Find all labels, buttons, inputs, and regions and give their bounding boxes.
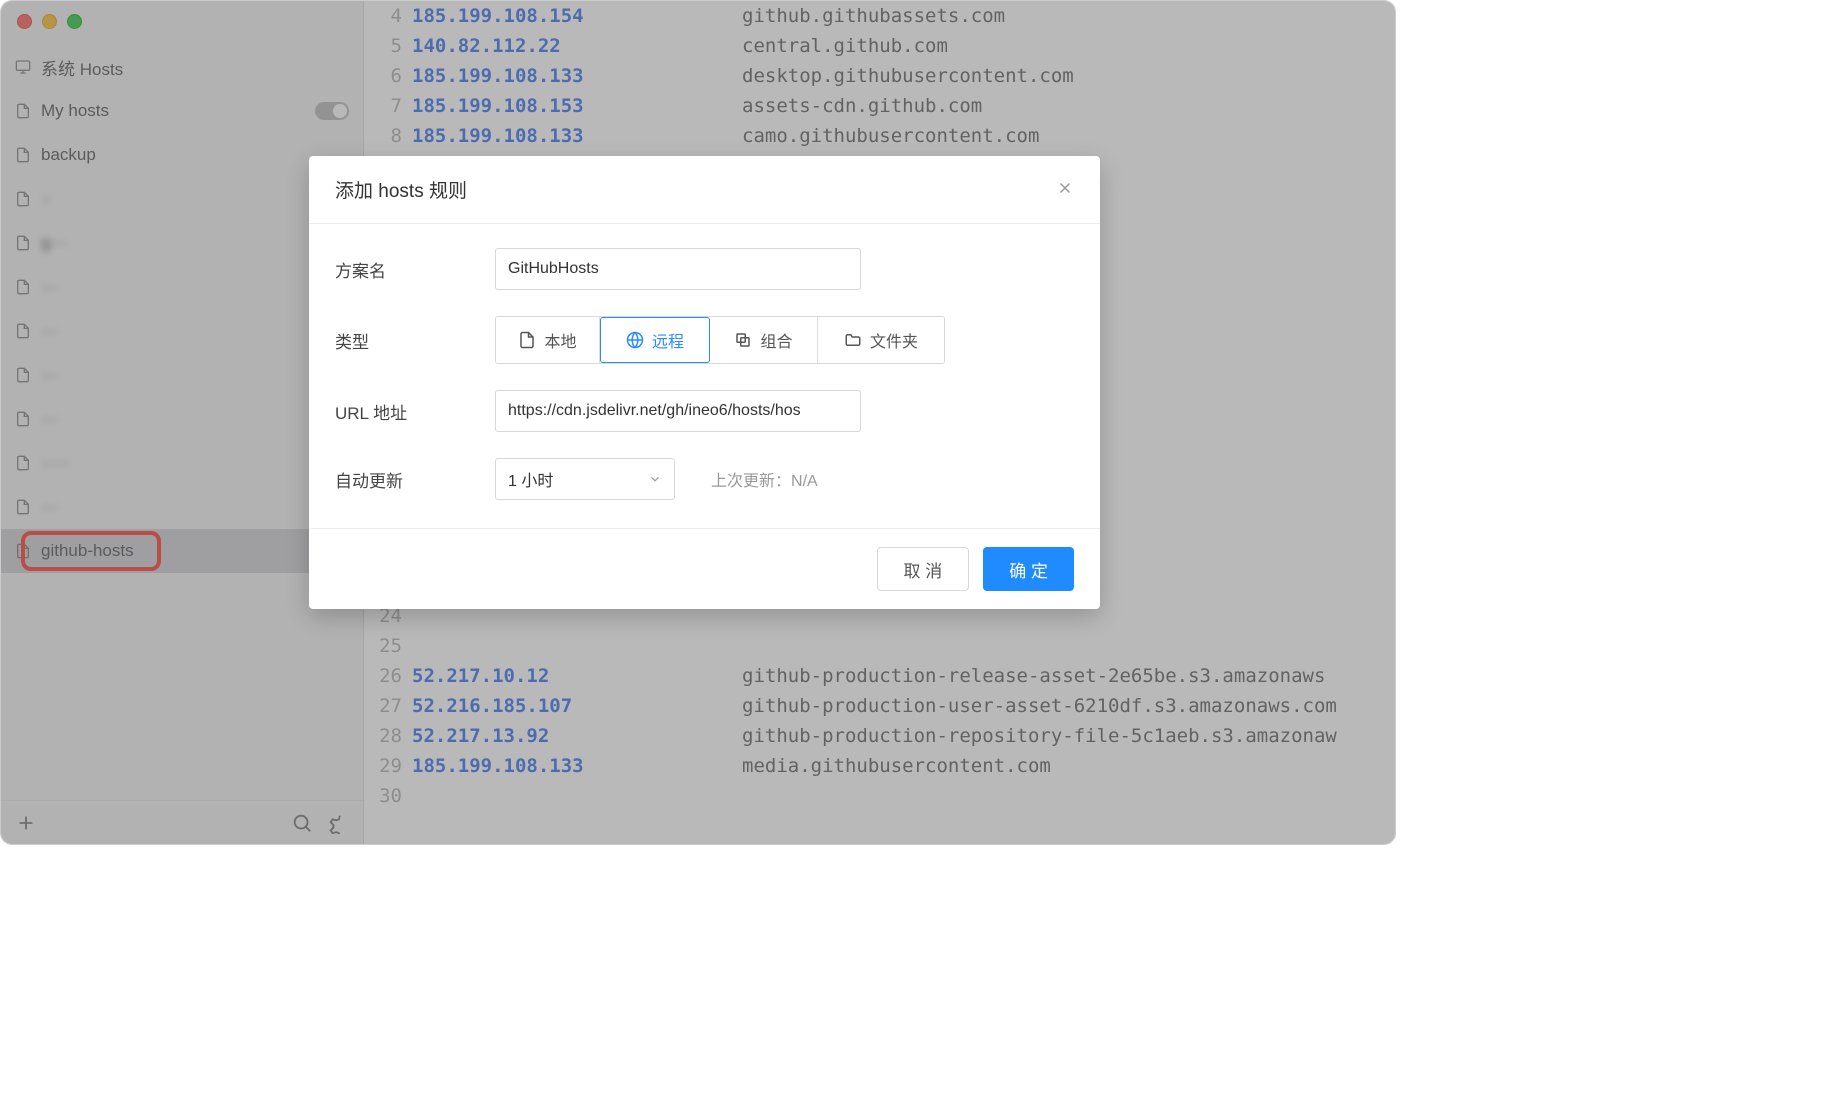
type-field-label: 类型 [335, 328, 495, 353]
type-option-remote[interactable]: 远程 [600, 317, 710, 363]
name-field-label: 方案名 [335, 257, 495, 282]
auto-update-select[interactable]: 1 小时 [495, 458, 675, 500]
url-field-label: URL 地址 [335, 399, 495, 424]
url-input[interactable] [495, 390, 861, 432]
type-option-combo[interactable]: 组合 [710, 317, 818, 363]
add-hosts-rule-modal: 添加 hosts 规则 方案名 类型 本地 远程 [309, 156, 1100, 609]
globe-icon [626, 331, 644, 349]
last-update-text: 上次更新：N/A [711, 467, 818, 491]
type-option-folder[interactable]: 文件夹 [818, 317, 944, 363]
copy-icon [734, 331, 752, 349]
auto-update-label: 自动更新 [335, 467, 495, 492]
ok-button[interactable]: 确 定 [983, 547, 1074, 591]
type-option-local[interactable]: 本地 [496, 317, 600, 363]
cancel-button[interactable]: 取 消 [877, 547, 970, 591]
folder-icon [844, 331, 862, 349]
name-input[interactable] [495, 248, 861, 290]
file-icon [518, 331, 536, 349]
close-icon[interactable] [1056, 177, 1074, 203]
chevron-down-icon [648, 472, 662, 486]
type-segmented-control: 本地 远程 组合 文件夹 [495, 316, 945, 364]
modal-title: 添加 hosts 规则 [335, 176, 467, 203]
